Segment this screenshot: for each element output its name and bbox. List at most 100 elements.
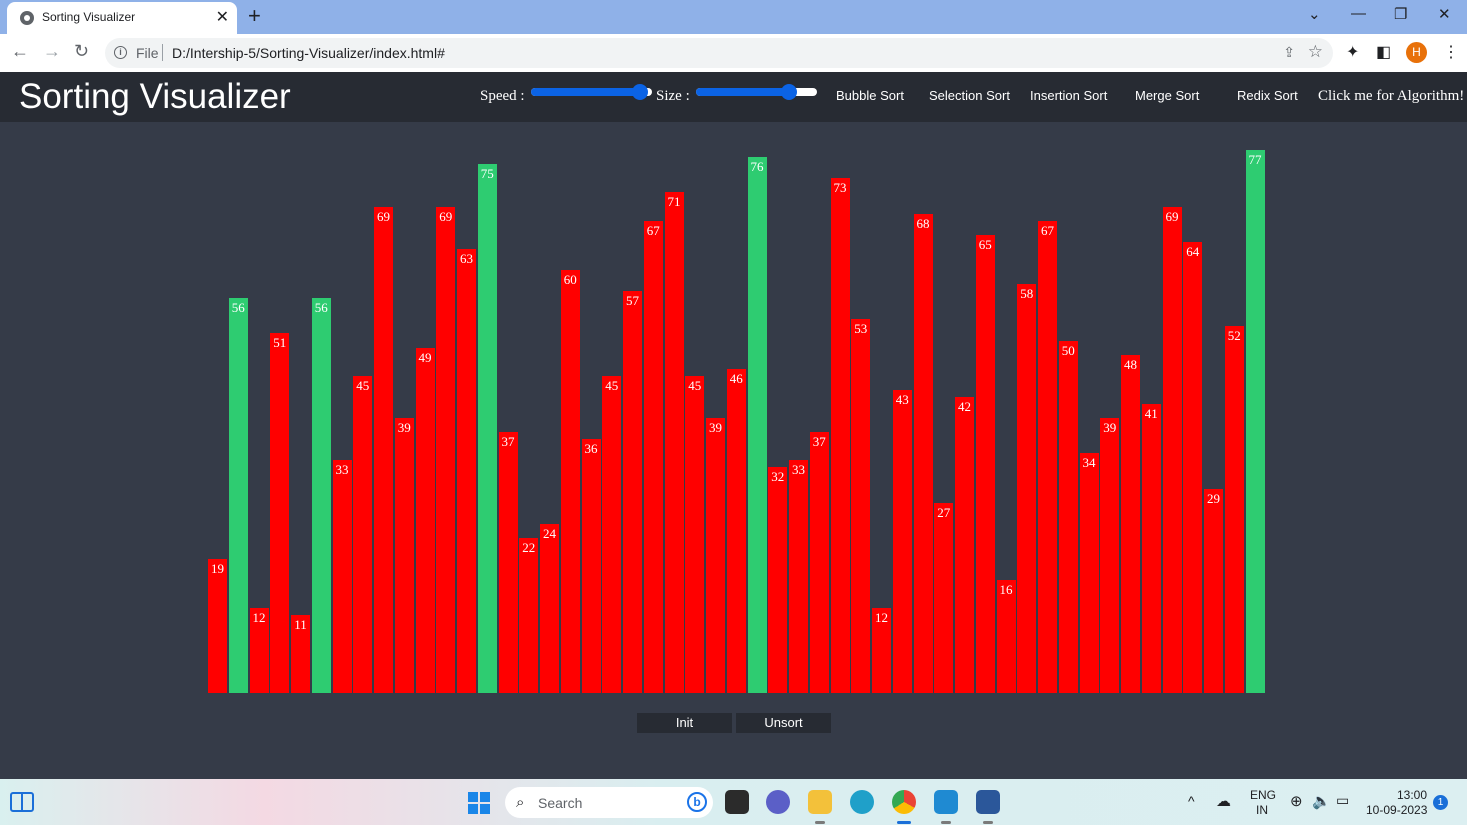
bar: 71: [664, 192, 684, 693]
app-title: Sorting Visualizer: [19, 77, 291, 116]
bar: 39: [394, 418, 414, 693]
battery-icon[interactable]: ▭: [1336, 792, 1349, 809]
teams-chat-icon[interactable]: [766, 790, 790, 814]
menu-kebab-icon[interactable]: ⋮: [1443, 42, 1459, 62]
bar-value-label: 73: [833, 180, 847, 196]
back-icon[interactable]: ←: [11, 41, 29, 62]
speed-slider[interactable]: [531, 84, 652, 100]
browser-tab-strip: Sorting Visualizer ✕ + ⌄ — ❐ ✕: [0, 0, 1467, 34]
bar: 48: [1121, 354, 1140, 693]
size-slider[interactable]: [696, 84, 817, 100]
bars-container: 19 56 12 51 11 56 33 45 69 39 49 69 63 75 37 22 24 60 36 45…: [0, 122, 1467, 779]
bar-value-label: 37: [501, 434, 515, 450]
explorer-running-indicator: [815, 821, 825, 824]
network-icon[interactable]: ⊕: [1290, 792, 1303, 810]
speed-slider-thumb[interactable]: [631, 84, 648, 100]
redix-sort-button[interactable]: Redix Sort: [1237, 88, 1298, 103]
bar-value-label: 43: [895, 391, 909, 407]
language-line2[interactable]: IN: [1256, 803, 1268, 817]
init-button[interactable]: Init: [637, 713, 732, 733]
clock-time[interactable]: 13:00: [1397, 788, 1427, 802]
task-view-icon[interactable]: [725, 790, 749, 814]
bar-value-label: 42: [958, 398, 971, 414]
profile-avatar[interactable]: H: [1406, 42, 1427, 63]
vscode-running-indicator: [941, 821, 951, 824]
bar-value-label: 22: [522, 539, 536, 555]
bar: 69: [374, 206, 393, 693]
widgets-icon[interactable]: [10, 792, 34, 812]
url-text[interactable]: D:/Intership-5/Sorting-Visualizer/index.…: [172, 45, 445, 61]
window-close-icon[interactable]: ✕: [1438, 5, 1451, 23]
size-label: Size :: [656, 88, 690, 104]
bar-value-label: 67: [1041, 222, 1054, 238]
edge-icon[interactable]: [850, 790, 874, 814]
word-icon[interactable]: [976, 790, 1000, 814]
taskbar-search[interactable]: ⌕ Search b: [505, 787, 713, 818]
bar: 58: [1017, 284, 1037, 693]
speed-slider-fill: [531, 88, 640, 96]
bar: 37: [809, 432, 829, 693]
bar: 52: [1224, 326, 1244, 693]
bubble-sort-button[interactable]: Bubble Sort: [836, 88, 904, 103]
tray-overflow-chevron-icon[interactable]: ^: [1188, 793, 1195, 809]
bar: 49: [415, 347, 435, 693]
bar: 33: [789, 460, 808, 693]
chrome-icon[interactable]: [892, 790, 916, 814]
address-bar[interactable]: i File D:/Intership-5/Sorting-Visualizer…: [105, 38, 1333, 68]
volume-icon[interactable]: 🔈: [1312, 792, 1331, 810]
bar-value-label: 50: [1061, 342, 1075, 358]
size-slider-thumb[interactable]: [781, 84, 798, 100]
bar-value-label: 12: [252, 610, 266, 626]
file-explorer-icon[interactable]: [808, 790, 832, 814]
minimize-icon[interactable]: —: [1351, 5, 1366, 22]
merge-sort-button[interactable]: Merge Sort: [1135, 88, 1199, 103]
bar: 33: [332, 460, 352, 693]
windows-start-icon[interactable]: [468, 792, 490, 814]
notification-badge[interactable]: 1: [1433, 795, 1448, 810]
reload-icon[interactable]: ↻: [74, 41, 89, 62]
bing-icon[interactable]: b: [687, 792, 707, 812]
speed-label: Speed :: [480, 88, 525, 104]
info-icon[interactable]: i: [114, 46, 127, 59]
bar-value-label: 36: [584, 441, 598, 457]
browser-tab[interactable]: Sorting Visualizer ✕: [7, 2, 237, 34]
share-icon[interactable]: ⇪: [1283, 44, 1295, 61]
size-slider-fill: [696, 88, 790, 96]
globe-icon: [20, 11, 34, 25]
bar-value-label: 34: [1082, 455, 1096, 471]
tab-close-icon[interactable]: ✕: [216, 7, 229, 27]
bar-value-label: 60: [563, 272, 577, 287]
bar: 39: [706, 418, 725, 693]
language-line1[interactable]: ENG: [1250, 788, 1276, 802]
bar-value-label: 76: [750, 159, 764, 175]
algorithm-link[interactable]: Click me for Algorithm!: [1318, 88, 1464, 105]
selection-sort-button[interactable]: Selection Sort: [929, 88, 1010, 103]
side-panel-icon[interactable]: ◧: [1376, 42, 1391, 62]
restore-icon[interactable]: ❐: [1394, 5, 1407, 23]
vscode-icon[interactable]: [934, 790, 958, 814]
insertion-sort-button[interactable]: Insertion Sort: [1030, 88, 1107, 103]
clock-date[interactable]: 10-09-2023: [1366, 803, 1427, 817]
bar: 34: [1079, 453, 1099, 693]
bar-value-label: 49: [418, 349, 432, 365]
bar: 56: [311, 298, 331, 693]
bar: 11: [291, 615, 310, 693]
unsort-button[interactable]: Unsort: [736, 713, 831, 733]
extensions-icon[interactable]: ✦: [1346, 42, 1359, 62]
onedrive-icon[interactable]: ☁: [1216, 792, 1231, 810]
bar: 64: [1183, 241, 1203, 693]
bar: 24: [540, 523, 559, 693]
bar-value-label: 19: [211, 561, 224, 577]
taskbar: ⌕ Search b ^ ☁ ENG IN ⊕ 🔈 ▭ 13:00 10-09-…: [0, 779, 1467, 825]
bar: 12: [249, 608, 269, 693]
bookmark-star-icon[interactable]: ☆: [1308, 42, 1323, 62]
bar: 51: [270, 333, 290, 693]
bar-value-label: 51: [273, 335, 287, 351]
bar-value-label: 64: [1186, 243, 1200, 259]
forward-icon[interactable]: →: [43, 41, 61, 62]
new-tab-button[interactable]: +: [248, 3, 261, 29]
bar-value-label: 68: [916, 215, 930, 231]
bar-value-label: 39: [709, 420, 722, 436]
tab-search-chevron-icon[interactable]: ⌄: [1308, 5, 1321, 23]
bar-value-label: 58: [1020, 286, 1034, 302]
